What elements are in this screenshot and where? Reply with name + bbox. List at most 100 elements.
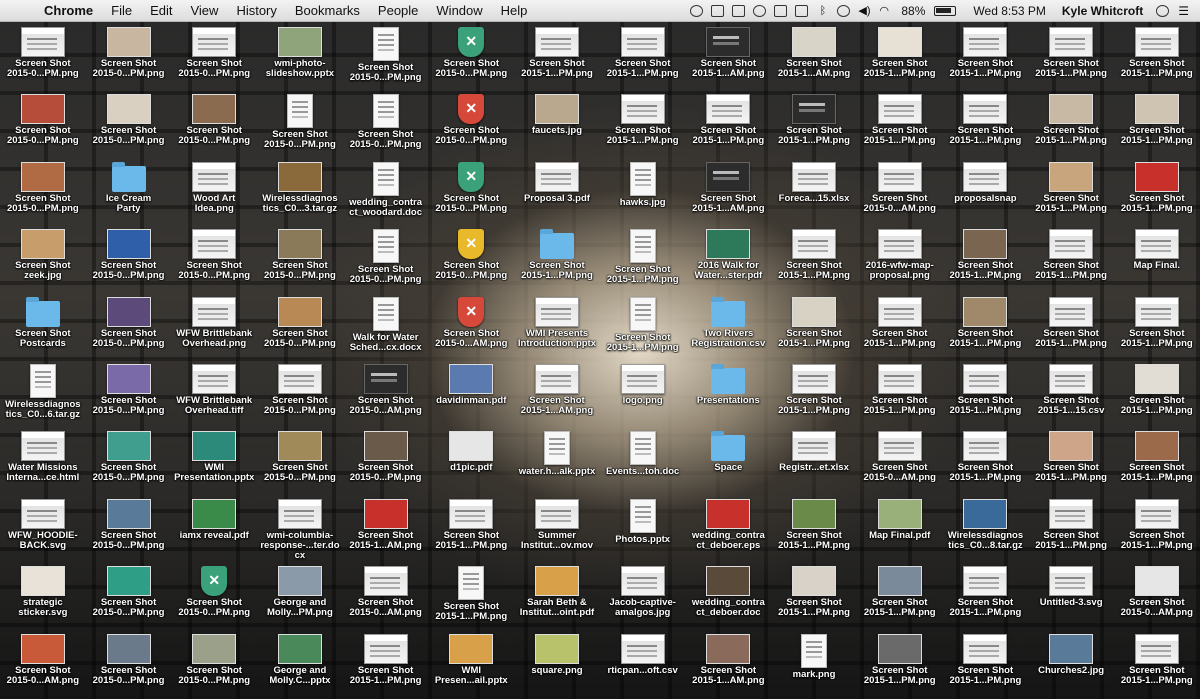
desktop-file-icon[interactable]: rticpan...oft.csv [600, 629, 686, 696]
desktop-file-icon[interactable]: Screen Shot 2015-1...PM.png [771, 292, 857, 359]
wifi-icon[interactable]: ◠ [879, 5, 892, 17]
desktop-file-icon[interactable]: hawks.jpg [600, 157, 686, 224]
desktop-file-icon[interactable]: WMI Presentation.pptx [171, 426, 257, 493]
volume-icon[interactable]: ◀) [858, 5, 871, 17]
desktop-file-icon[interactable]: Screen Shot2015-0...AM.png [857, 426, 943, 493]
desktop-file-icon[interactable]: Screen Shot2015-0...PM.png [86, 292, 172, 359]
desktop-file-icon[interactable]: Registr...et.xlsx [771, 426, 857, 493]
desktop-file-icon[interactable]: Screen Shot 2015-1...PM.png [857, 22, 943, 89]
desktop-file-icon[interactable]: Jacob-captive-amalgos.jpg [600, 561, 686, 628]
desktop-file-icon[interactable]: proposalsnap [943, 157, 1029, 224]
menu-view[interactable]: View [181, 3, 227, 18]
desktop-file-icon[interactable]: Space [686, 426, 772, 493]
desktop-file-icon[interactable]: Screen Shot 2015-1...PM.png [1114, 494, 1200, 561]
desktop-file-icon[interactable]: Screen Shot 2015-1...PM.png [600, 224, 686, 291]
desktop-file-icon[interactable]: Screen Shot 2015-1...PM.png [1028, 89, 1114, 156]
desktop-file-icon[interactable]: Summer Institut...ov.mov [514, 494, 600, 561]
desktop-file-icon[interactable]: Screen Shot 2015-1...PM.png [943, 292, 1029, 359]
desktop-file-icon[interactable]: Screen Shot 2015-1...PM.png [857, 292, 943, 359]
bluetooth-icon[interactable]: ᛒ [816, 5, 829, 17]
desktop-file-icon[interactable]: Screen Shot2015-0...AM.png [857, 157, 943, 224]
desktop-file-icon[interactable]: strategic sticker.svg [0, 561, 86, 628]
desktop-file-icon[interactable]: WMI Presen...ail.pptx [428, 629, 514, 696]
desktop-file-icon[interactable]: Screen Shot 2015-1...PM.png [771, 224, 857, 291]
desktop-file-icon[interactable]: Screen Shot 2015-1...PM.png [857, 89, 943, 156]
desktop-file-icon[interactable]: Screen Shot2015-0...PM.png [86, 224, 172, 291]
desktop-file-icon[interactable]: wedding_contra ct_deboer.eps [686, 494, 772, 561]
desktop-file-icon[interactable]: Screen Shot 2015-1...AM.png [343, 494, 429, 561]
desktop-file-icon[interactable]: Screen Shot2015-0...PM.png [171, 629, 257, 696]
desktop-file-icon[interactable]: Screen Shot 2015-1...AM.png [686, 22, 772, 89]
desktop-file-icon[interactable]: davidinman.pdf [428, 359, 514, 426]
desktop-file-icon[interactable]: Proposal 3.pdf [514, 157, 600, 224]
desktop-file-icon[interactable]: 2016-wfw-map-proposal.png [857, 224, 943, 291]
desktop-file-icon[interactable]: George and Molly...PM.png [257, 561, 343, 628]
desktop-file-icon[interactable]: Screen Shot 2015-1...PM.png [1028, 224, 1114, 291]
desktop-file-icon[interactable]: Screen Shot 2015-1...PM.png [514, 22, 600, 89]
battery-icon[interactable] [934, 5, 957, 16]
desktop-file-icon[interactable]: Churches2.jpg [1028, 629, 1114, 696]
desktop-file-icon[interactable]: wmi-columbia-response-...ter.docx [257, 494, 343, 561]
desktop-file-icon[interactable]: Screen Shot2015-0...PM.png [86, 561, 172, 628]
desktop-file-icon[interactable]: Wirelessdiagnos tics_C0...8.tar.gz [943, 494, 1029, 561]
desktop-file-icon[interactable]: mark.png [771, 629, 857, 696]
desktop-file-icon[interactable]: Screen Shot2015-0...PM.png [343, 426, 429, 493]
desktop-file-icon[interactable]: Screen Shot 2015-1...PM.png [771, 359, 857, 426]
desktop-file-icon[interactable]: wedding_contra ct_woodard.doc [343, 157, 429, 224]
app-menu-chrome[interactable]: Chrome [44, 3, 102, 18]
desktop-file-icon[interactable]: Events...toh.doc [600, 426, 686, 493]
desktop-file-icon[interactable]: Screen Shot 2015-1...PM.png [943, 629, 1029, 696]
desktop-file-icon[interactable]: Wood Art Idea.png [171, 157, 257, 224]
desktop-file-icon[interactable]: Screen Shot2015-0...PM.png [428, 22, 514, 89]
desktop-file-icon[interactable]: 2016 Walk for Water...ster.pdf [686, 224, 772, 291]
desktop-file-icon[interactable]: square.png [514, 629, 600, 696]
desktop-file-icon[interactable]: Wirelessdiagnos tics_C0...3.tar.gz [257, 157, 343, 224]
desktop-file-icon[interactable]: Screen Shot 2015-1...PM.png [1028, 157, 1114, 224]
desktop-file-icon[interactable]: Screen Shot 2015-1...PM.png [771, 494, 857, 561]
desktop-file-icon[interactable]: wmi-photo-slideshow.pptx [257, 22, 343, 89]
camera-icon[interactable] [690, 4, 704, 17]
desktop-file-icon[interactable]: Screen Shot 2015-1...PM.png [1114, 22, 1200, 89]
desktop-file-icon[interactable]: Screen Shot2015-0...PM.png [428, 157, 514, 224]
desktop-file-icon[interactable]: Screen Shot 2015-1...PM.png [343, 629, 429, 696]
desktop-file-icon[interactable]: Screen Shot2015-0...PM.png [0, 157, 86, 224]
desktop-file-icon[interactable]: Screen Shot 2015-1...PM.png [1114, 426, 1200, 493]
creative-cloud-icon[interactable] [753, 4, 767, 17]
desktop-file-icon[interactable]: Screen Shot 2015-1...PM.png [600, 89, 686, 156]
desktop-file-icon[interactable]: Screen Shot 2015-1...PM.png [1028, 494, 1114, 561]
desktop-file-icon[interactable]: Screen Shot2015-0...PM.png [171, 224, 257, 291]
menu-window[interactable]: Window [427, 3, 491, 18]
desktop-file-icon[interactable]: Foreca...15.xlsx [771, 157, 857, 224]
user-switcher[interactable]: Kyle Whitcroft [1057, 4, 1148, 18]
desktop-file-icon[interactable]: Screen Shot 2015-1...PM.png [1114, 359, 1200, 426]
desktop-file-icon[interactable]: Sarah Beth & Institut...oint.pdf [514, 561, 600, 628]
desktop-file-icon[interactable]: Screen Shot 2015-1...PM.png [771, 89, 857, 156]
desktop-file-icon[interactable]: Screen Shot2015-0...PM.png [86, 494, 172, 561]
desktop-file-icon[interactable]: Screen Shot 2015-1...PM.png [600, 292, 686, 359]
screen-icon[interactable] [774, 4, 788, 17]
menu-edit[interactable]: Edit [141, 3, 181, 18]
desktop-file-icon[interactable]: Screen Shot 2015-1...PM.png [1028, 22, 1114, 89]
desktop-file-icon[interactable]: Screen Shot2015-0...PM.png [171, 89, 257, 156]
desktop-file-icon[interactable]: Screen Shot2015-0...PM.png [0, 22, 86, 89]
spotlight-search-icon[interactable] [1156, 4, 1170, 17]
desktop-file-icon[interactable]: Screen Shot2015-0...PM.png [86, 629, 172, 696]
desktop-file-icon[interactable]: Screen Shot 2015-1...PM.png [943, 359, 1029, 426]
desktop-file-icon[interactable]: Wirelessdiagnos tics_C0...6.tar.gz [0, 359, 86, 426]
desktop-file-icon[interactable]: Screen Shot 2015-1...AM.png [771, 22, 857, 89]
desktop-file-icon[interactable]: Screen Shot 2015-1...PM.png [1028, 292, 1114, 359]
menu-history[interactable]: History [227, 3, 285, 18]
desktop-file-icon[interactable]: Screen Shot 2015-1...PM.png [857, 629, 943, 696]
time-machine-icon[interactable] [837, 4, 851, 17]
desktop-file-icon[interactable]: Screen Shot zeek.jpg [0, 224, 86, 291]
desktop-file-icon[interactable]: Water Missions Interna...ce.html [0, 426, 86, 493]
desktop-file-icon[interactable]: Screen Shot 2015-1...PM.png [1114, 292, 1200, 359]
desktop-file-icon[interactable]: Screen Shot2015-0...PM.png [257, 292, 343, 359]
desktop-file-icon[interactable]: Map Final.pdf [857, 494, 943, 561]
desktop-file-icon[interactable]: faucets.jpg [514, 89, 600, 156]
desktop-file-icon[interactable]: WFW Brittlebank Overhead.png [171, 292, 257, 359]
desktop-file-icon[interactable]: Screen Shot 2015-1...15.csv [1028, 359, 1114, 426]
desktop-file-icon[interactable]: Screen Shot2015-0...PM.png [86, 359, 172, 426]
desktop-file-icon[interactable]: Screen Shot2015-0...AM.png [1114, 561, 1200, 628]
desktop-file-icon[interactable]: Screen Shot2015-0...PM.png [257, 89, 343, 156]
